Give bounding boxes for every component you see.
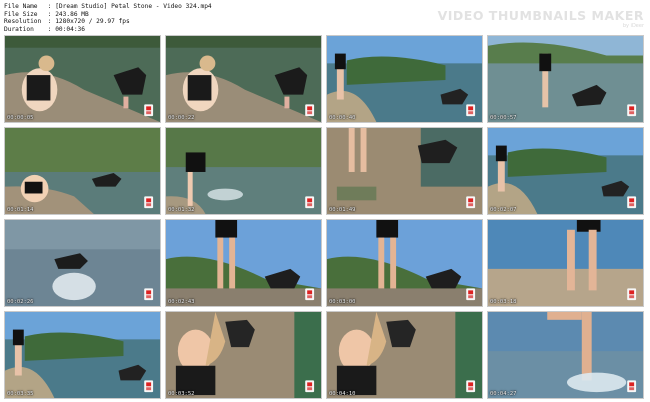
- thumbnail-image: [5, 312, 160, 398]
- thumbnail-image: [488, 220, 643, 306]
- thumbnail-timestamp: 00:04:10: [329, 391, 356, 397]
- file-size-row: File Size : 243.86 MB: [4, 10, 89, 18]
- thumbnail-image: [327, 220, 482, 306]
- watermark-logo: VIDEO THUMBNAILS MAKER by iDeer: [438, 8, 644, 29]
- video-thumbnail[interactable]: 00:03:35: [4, 311, 161, 399]
- thumbnail-image: [488, 312, 643, 398]
- corner-logo-icon: [144, 196, 154, 209]
- thumbnail-timestamp: 00:01:49: [329, 207, 356, 213]
- video-thumbnail[interactable]: 00:03:18: [487, 219, 644, 307]
- video-thumbnail[interactable]: 00:03:00: [326, 219, 483, 307]
- thumbnail-timestamp: 00:03:18: [490, 299, 517, 305]
- thumbnail-image: [166, 36, 321, 122]
- thumbnail-timestamp: 00:04:27: [490, 391, 517, 397]
- thumbnail-image: [166, 128, 321, 214]
- corner-logo-icon: [466, 288, 476, 301]
- thumbnail-image: [5, 36, 160, 122]
- file-name-value: [Dream Studio] Petal Stone - Video 324.m…: [55, 3, 212, 10]
- file-name-label: File Name: [4, 3, 38, 10]
- thumbnail-timestamp: 00:00:40: [329, 115, 356, 121]
- corner-logo-icon: [627, 196, 637, 209]
- thumbnail-image: [5, 128, 160, 214]
- video-thumbnail[interactable]: 00:04:10: [326, 311, 483, 399]
- thumbnail-timestamp: 00:03:35: [7, 391, 34, 397]
- video-thumbnail[interactable]: 00:00:05: [4, 35, 161, 123]
- corner-logo-icon: [466, 196, 476, 209]
- duration-row: Duration : 00:04:36: [4, 25, 85, 33]
- corner-logo-icon: [305, 196, 315, 209]
- video-thumbnail[interactable]: 00:01:14: [4, 127, 161, 215]
- thumbnail-timestamp: 00:03:00: [329, 299, 356, 305]
- thumbnail-grid: 00:00:05 00:00:22 00:00:40 00:00:57 00:0…: [4, 35, 644, 399]
- file-size-value: 243.86 MB: [55, 10, 89, 18]
- corner-logo-icon: [305, 104, 315, 117]
- video-thumbnail[interactable]: 00:02:26: [4, 219, 161, 307]
- file-name-row: File Name : [Dream Studio] Petal Stone -…: [4, 3, 212, 10]
- file-size-label: File Size: [4, 10, 38, 18]
- corner-logo-icon: [627, 288, 637, 301]
- resolution-row: Resolution : 1280x720 / 29.97 fps: [4, 18, 130, 26]
- corner-logo-icon: [144, 288, 154, 301]
- file-info-block: File Name : [Dream Studio] Petal Stone -…: [4, 3, 212, 33]
- thumbnail-timestamp: 00:02:07: [490, 207, 517, 213]
- resolution-label: Resolution: [4, 18, 42, 26]
- video-thumbnail[interactable]: 00:02:43: [165, 219, 322, 307]
- thumbnail-timestamp: 00:00:22: [168, 115, 195, 121]
- corner-logo-icon: [627, 104, 637, 117]
- thumbnail-timestamp: 00:03:52: [168, 391, 195, 397]
- thumbnail-timestamp: 00:02:43: [168, 299, 195, 305]
- video-thumbnail[interactable]: 00:04:27: [487, 311, 644, 399]
- corner-logo-icon: [144, 104, 154, 117]
- thumbnail-image: [488, 36, 643, 122]
- corner-logo-icon: [466, 104, 476, 117]
- video-thumbnail[interactable]: 00:01:32: [165, 127, 322, 215]
- video-thumbnail[interactable]: 00:00:40: [326, 35, 483, 123]
- thumbnail-timestamp: 00:02:26: [7, 299, 34, 305]
- corner-logo-icon: [305, 288, 315, 301]
- corner-logo-icon: [627, 380, 637, 393]
- resolution-value: 1280x720 / 29.97 fps: [55, 18, 130, 26]
- watermark-subtitle: by iDeer: [622, 23, 644, 29]
- thumbnail-image: [166, 220, 321, 306]
- thumbnail-image: [488, 128, 643, 214]
- thumbnail-timestamp: 00:01:14: [7, 207, 34, 213]
- video-thumbnail[interactable]: 00:00:57: [487, 35, 644, 123]
- duration-label: Duration: [4, 25, 34, 33]
- corner-logo-icon: [305, 380, 315, 393]
- video-thumbnail[interactable]: 00:00:22: [165, 35, 322, 123]
- thumbnail-timestamp: 00:01:32: [168, 207, 195, 213]
- thumbnail-image: [327, 36, 482, 122]
- video-thumbnail[interactable]: 00:01:49: [326, 127, 483, 215]
- thumbnail-timestamp: 00:00:57: [490, 115, 517, 121]
- corner-logo-icon: [144, 380, 154, 393]
- thumbnail-image: [327, 128, 482, 214]
- video-thumbnail[interactable]: 00:02:07: [487, 127, 644, 215]
- thumbnail-image: [5, 220, 160, 306]
- corner-logo-icon: [466, 380, 476, 393]
- watermark-title: VIDEO THUMBNAILS MAKER: [437, 8, 644, 23]
- video-thumbnail[interactable]: 00:03:52: [165, 311, 322, 399]
- thumbnail-image: [327, 312, 482, 398]
- duration-value: 00:04:36: [55, 25, 85, 33]
- thumbnail-image: [166, 312, 321, 398]
- thumbnail-timestamp: 00:00:05: [7, 115, 34, 121]
